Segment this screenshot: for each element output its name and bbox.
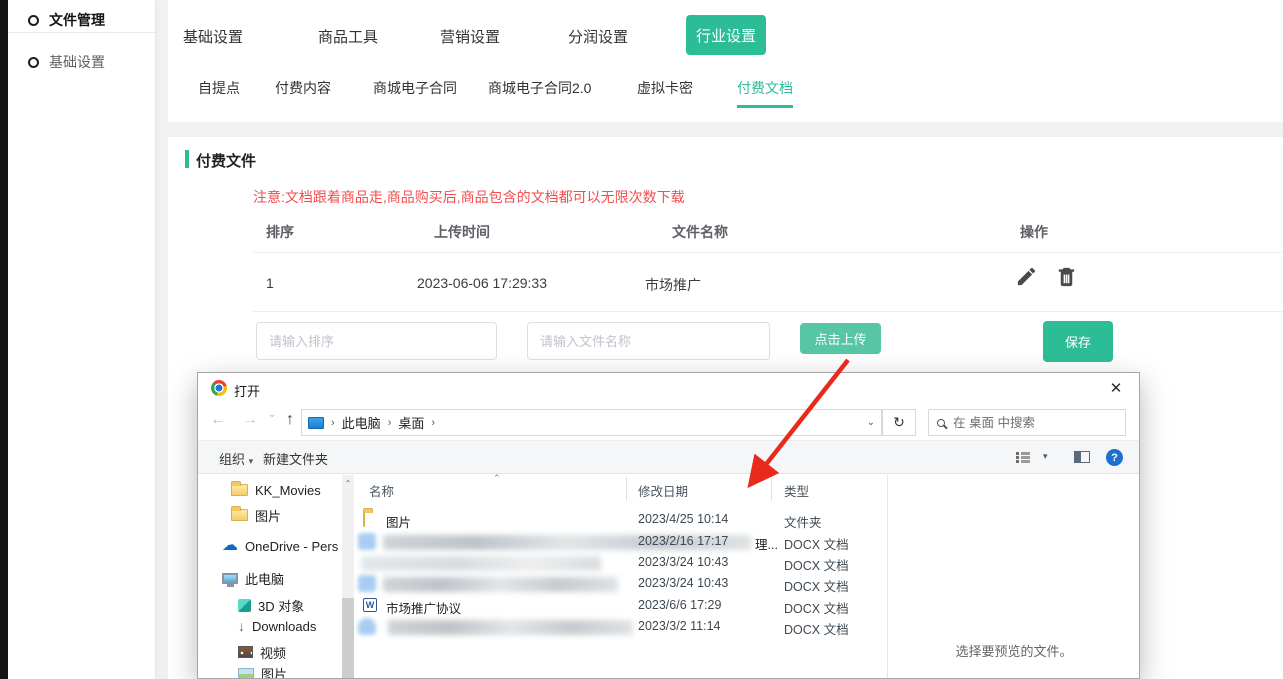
screen-edge-strip [0,0,8,679]
refresh-icon[interactable] [882,409,916,436]
sidebar-item-label: 文件管理 [49,10,105,30]
new-folder-button[interactable]: 新建文件夹 [263,449,328,468]
dialog-navbar: ← → ⌄ ↑ 此电脑 桌面 [198,403,1139,441]
radio-circle-icon [28,15,39,26]
col-header-upload-time: 上传时间 [434,222,490,242]
folder-icon [231,484,248,496]
column-divider[interactable] [626,477,627,501]
sort-input[interactable] [256,322,497,360]
tab-basic-settings[interactable]: 基础设置 [183,26,243,47]
cell-upload-time: 2023-06-06 17:29:33 [417,275,547,291]
redacted-file-name [388,620,633,635]
address-bar[interactable]: 此电脑 桌面 [301,409,882,436]
file-row-redacted[interactable]: 2023/3/2 11:14 DOCX 文档 [198,616,887,637]
folder-icon [363,511,365,527]
file-row-redacted[interactable]: 理... 2023/2/16 17:17 DOCX 文档 [198,531,887,552]
tab-virtual-card[interactable]: 虚拟卡密 [637,78,693,98]
list-col-name[interactable]: 名称 [369,481,394,500]
scroll-up-icon[interactable] [342,475,354,491]
close-icon[interactable] [1103,377,1129,399]
word-doc-icon [363,598,377,612]
redacted-file-icon [358,575,376,592]
chrome-icon [211,380,227,396]
radio-circle-icon [28,57,39,68]
view-dropdown-icon[interactable] [1043,451,1048,462]
tab-paid-content[interactable]: 付费内容 [275,78,331,98]
edit-icon[interactable] [1015,265,1039,291]
organize-button[interactable]: 组织 [219,449,253,468]
cell-sort: 1 [266,275,274,291]
forward-icon[interactable]: → [242,411,258,429]
help-icon[interactable] [1106,449,1123,466]
preview-hint-text: 选择要预览的文件。 [887,641,1140,660]
tab-mall-econtract-20[interactable]: 商城电子合同2.0 [488,78,591,98]
tabs-panel: 基础设置 商品工具 营销设置 分润设置 行业设置 自提点 付费内容 商城电子合同… [168,0,1283,122]
search-input[interactable] [953,416,1117,430]
col-header-actions: 操作 [1020,222,1048,242]
list-col-type[interactable]: 类型 [784,481,809,500]
upload-button[interactable]: 点击上传 [800,323,881,354]
dialog-title: 打开 [234,381,260,400]
table-divider [253,311,1283,312]
tab-profit-settings[interactable]: 分润设置 [568,26,628,47]
tab-paid-documents[interactable]: 付费文档 [737,78,793,108]
redacted-file-name [361,556,601,571]
tab-industry-settings[interactable]: 行业设置 [686,15,766,55]
dropdown-icon [249,456,254,466]
preview-pane-icon[interactable] [1074,451,1090,463]
delete-icon[interactable] [1055,265,1079,291]
breadcrumb-this-pc[interactable]: 此电脑 [342,413,381,432]
tab-marketing-settings[interactable]: 营销设置 [440,26,500,47]
sidebar-item-basic-settings[interactable]: 基础设置 [8,46,155,78]
dialog-titlebar[interactable]: 打开 [198,373,1139,403]
col-header-sort: 排序 [266,222,294,242]
file-row-pictures[interactable]: 图片 2023/4/25 10:14 文件夹 [198,509,887,530]
list-col-date-modified[interactable]: 修改日期 [638,481,688,500]
sidebar: 文件管理 基础设置 [8,0,155,679]
sort-ascending-icon [493,473,501,484]
redacted-file-icon [358,533,376,550]
desktop-icon [308,417,324,429]
file-name-input[interactable] [527,322,770,360]
view-mode-icon[interactable] [1016,452,1030,463]
up-icon[interactable]: ↑ [286,411,294,429]
tab-pickup-point[interactable]: 自提点 [198,78,240,98]
breadcrumb-desktop[interactable]: 桌面 [398,413,424,432]
redacted-file-name [383,577,618,592]
file-row-redacted[interactable]: 2023/3/24 10:43 DOCX 文档 [198,552,887,573]
dialog-toolbar: 组织 新建文件夹 [198,441,1139,474]
redacted-file-icon [358,618,376,635]
notice-text: 注意:文档跟着商品走,商品购买后,商品包含的文档都可以无限次数下载 [253,187,685,207]
search-box [928,409,1126,436]
breadcrumb-separator-icon [431,417,435,429]
file-open-dialog: 打开 ← → ⌄ ↑ 此电脑 桌面 组织 新建文件夹 KK_Movies 图片 [197,372,1140,679]
cell-file-name: 市场推广 [645,275,701,295]
section-accent-bar [185,150,189,168]
sidebar-divider [8,32,155,33]
image-icon [238,668,254,679]
tree-item-kk-movies[interactable]: KK_Movies [231,480,321,500]
tree-item-pictures[interactable]: 图片 [238,663,287,679]
search-icon [937,419,945,427]
file-row-redacted[interactable]: 2023/3/24 10:43 DOCX 文档 [198,573,887,594]
table-divider [253,252,1283,253]
breadcrumb-separator-icon [388,417,392,429]
tree-item-videos[interactable]: 视频 [238,642,286,662]
sidebar-item-label: 基础设置 [49,52,105,72]
back-icon[interactable]: ← [210,411,226,429]
breadcrumb-separator-icon [331,417,335,429]
col-header-file-name: 文件名称 [672,222,728,242]
save-button[interactable]: 保存 [1043,321,1113,362]
address-dropdown-icon[interactable] [867,417,875,428]
history-chevron-icon[interactable]: ⌄ [268,409,276,420]
tab-product-tools[interactable]: 商品工具 [318,26,378,47]
section-title: 付费文件 [196,150,256,171]
column-divider[interactable] [771,477,772,501]
file-row-marketing-agreement[interactable]: 市场推广协议 2023/6/6 17:29 DOCX 文档 [198,595,887,616]
film-icon [238,646,253,658]
tab-mall-econtract[interactable]: 商城电子合同 [373,78,457,98]
